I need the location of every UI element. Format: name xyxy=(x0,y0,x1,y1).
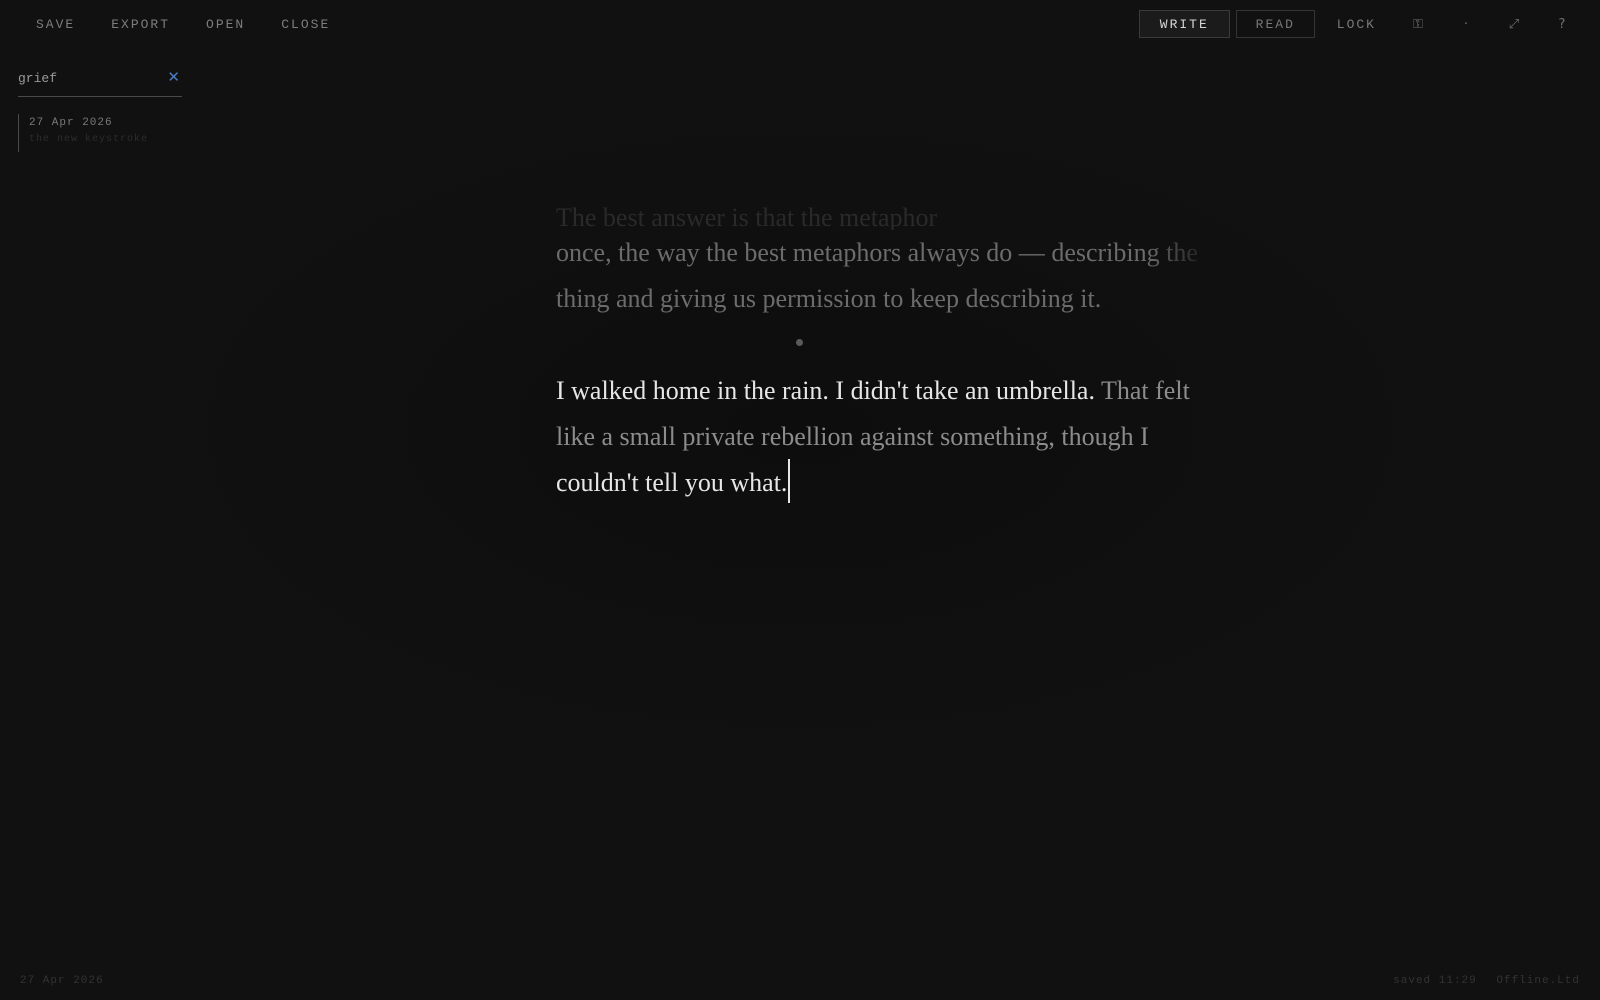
top-toolbar: SAVE EXPORT OPEN CLOSE WRITE READ LOCK ⚿… xyxy=(0,0,1600,48)
file-menu: SAVE EXPORT OPEN CLOSE xyxy=(18,0,348,48)
save-button[interactable]: SAVE xyxy=(18,17,93,32)
open-button[interactable]: OPEN xyxy=(188,17,263,32)
result-date: 27 Apr 2026 xyxy=(29,117,113,129)
key-icon[interactable]: ⚿ xyxy=(1394,17,1442,32)
footer-date: 27 Apr 2026 xyxy=(20,975,104,987)
editor-area[interactable]: The best answer is that the metaphor onc… xyxy=(556,206,1256,506)
write-mode-button[interactable]: WRITE xyxy=(1138,10,1230,38)
typing-line: couldn't tell you what. xyxy=(556,468,788,497)
dot-icon[interactable]: · xyxy=(1442,17,1490,32)
footer-status: saved 11:29 Offline.Ltd xyxy=(1381,975,1580,987)
dimmed-line: like a small private rebellion against s… xyxy=(556,421,1149,451)
search-input[interactable] xyxy=(18,66,158,90)
saved-status: saved 11:29 xyxy=(1393,975,1477,987)
clear-search-icon[interactable]: ✕ xyxy=(167,68,180,86)
result-snippet: the new keystroke xyxy=(29,134,149,145)
current-paragraph: I walked home in the rain. I didn't take… xyxy=(556,368,1256,506)
export-button[interactable]: EXPORT xyxy=(93,17,188,32)
search-box: ✕ xyxy=(18,66,182,97)
expand-icon[interactable]: ⤢ xyxy=(1490,17,1538,32)
faded-line: The best answer is that the metaphor xyxy=(556,206,938,230)
help-icon[interactable]: ? xyxy=(1538,17,1586,32)
current-sentence: I walked home in the rain. I didn't take… xyxy=(556,376,1095,405)
close-button[interactable]: CLOSE xyxy=(263,17,348,32)
mode-controls: WRITE READ LOCK ⚿ · ⤢ ? xyxy=(1138,0,1586,48)
read-mode-button[interactable]: READ xyxy=(1235,10,1315,38)
prev-line-3-text: thing and giving us permission to keep d… xyxy=(556,283,1102,313)
lock-button[interactable]: LOCK xyxy=(1337,17,1376,32)
dimmed-sentence: That felt xyxy=(1094,376,1190,405)
brand-label: Offline.Ltd xyxy=(1496,975,1580,987)
previous-paragraph: The best answer is that the metaphor onc… xyxy=(556,206,1256,321)
prev-line-2-text: once, the way the best metaphors always … xyxy=(556,238,1052,267)
search-result-item[interactable]: 27 Apr 2026 the new keystroke xyxy=(18,114,182,152)
text-cursor xyxy=(788,459,791,503)
prev-line-2-faded: describing the xyxy=(1051,238,1198,267)
paragraph-separator xyxy=(796,339,803,346)
